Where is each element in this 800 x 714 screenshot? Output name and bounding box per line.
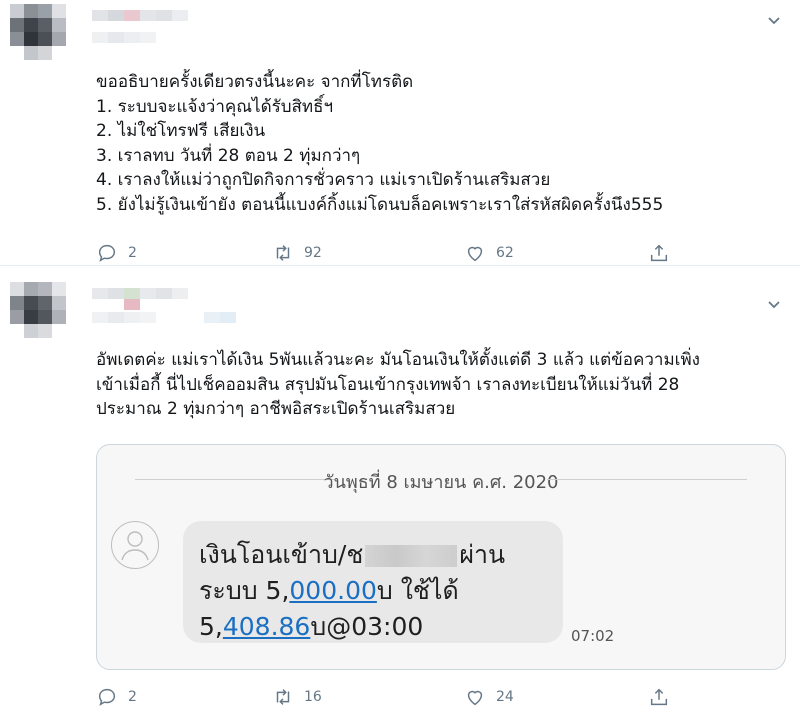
like-button[interactable]: 62	[464, 242, 514, 264]
share-icon	[650, 244, 668, 262]
tweet-actions: 2 92 62	[96, 242, 686, 266]
sms-line: ระบบ 5,000.00บ ใช้ได้	[199, 571, 459, 611]
sms-text: ผ่าน	[459, 540, 506, 569]
tweet-text: อัพเดตค่ะ แม่เราได้เงิน 5พันแล้วนะคะ มัน…	[96, 348, 700, 422]
tweet-line: 4. เราลงให้แม่ว่าถูกปิดกิจการชั่วคราว แม…	[96, 170, 551, 190]
tweet-line: 3. เราลทบ วันที่ 28 ตอน 2 ทุ่มกว่าๆ	[96, 145, 361, 166]
retweet-button[interactable]: 16	[272, 686, 322, 708]
censored-account	[365, 545, 458, 567]
like-count: 62	[496, 245, 514, 261]
contact-avatar-icon	[111, 521, 159, 569]
retweet-count: 92	[304, 245, 322, 261]
tweet-line: เข้าเมื่อกี้ นี่ไปเช็คออมสิน สรุปมันโอนเ…	[96, 374, 680, 395]
retweet-icon	[276, 245, 290, 261]
sms-text: เงินโอนเข้าบ/ช	[199, 540, 364, 569]
reply-icon	[98, 244, 116, 262]
date-separator	[547, 479, 747, 480]
sms-line: เงินโอนเข้าบ/ช ผ่าน	[199, 535, 505, 575]
share-button[interactable]	[648, 686, 670, 708]
amount-link[interactable]: 000.00	[289, 576, 376, 605]
retweet-button[interactable]: 92	[272, 242, 322, 264]
share-button[interactable]	[648, 242, 670, 264]
tweet-line: 1. ระบบจะแจ้งว่าคุณได้รับสิทธิ์ฯ	[96, 96, 334, 117]
balance-link[interactable]: 408.86	[223, 612, 310, 641]
like-button[interactable]: 24	[464, 686, 514, 708]
tweet-line: 5. ยังไม่รู้เงินเข้ายัง ตอนนี้แบงค์กิ้งแ…	[96, 194, 664, 215]
reply-count: 2	[128, 689, 137, 705]
sms-text: บ ใช้ได้	[376, 576, 459, 605]
avatar-censored[interactable]	[10, 282, 80, 352]
sms-date: วันพุธที่ 8 เมษายน ค.ศ. 2020	[323, 472, 559, 493]
sms-bubble: เงินโอนเข้าบ/ช ผ่าน ระบบ 5,000.00บ ใช้ได้…	[183, 521, 563, 643]
sms-text: บ@03:00	[310, 612, 424, 641]
reply-button[interactable]: 2	[96, 242, 137, 264]
avatar-censored[interactable]	[10, 4, 80, 74]
reply-count: 2	[128, 245, 137, 261]
attached-image[interactable]: วันพุธที่ 8 เมษายน ค.ศ. 2020 เงินโอนเข้า…	[96, 444, 786, 670]
chevron-down-icon[interactable]	[766, 296, 782, 312]
tweet-text: ขออธิบายครั้งเดียวตรงนี้นะคะ จากที่โทรติ…	[96, 70, 663, 217]
retweet-count: 16	[304, 689, 322, 705]
tweet-line: อัพเดตค่ะ แม่เราได้เงิน 5พันแล้วนะคะ มัน…	[96, 350, 700, 370]
retweet-icon	[276, 689, 290, 705]
chevron-down-icon[interactable]	[766, 12, 782, 28]
username-censored[interactable]	[92, 286, 292, 330]
sms-text: ระบบ 5,	[199, 576, 290, 605]
tweet-line: ประมาณ 2 ทุ่มกว่าๆ อาชีพอิสระเปิดร้านเสร…	[96, 399, 456, 419]
share-icon	[650, 688, 668, 706]
sms-time: 07:02	[571, 627, 615, 645]
heart-icon	[467, 690, 483, 706]
sms-line: 5,408.86บ@03:00	[199, 607, 423, 647]
like-count: 24	[496, 689, 514, 705]
tweet-line: 2. ไม่ใช่โทรฟรี เสียเงิน	[96, 121, 266, 141]
sms-text: 5,	[199, 612, 223, 641]
reply-icon	[98, 688, 116, 706]
tweet-1: ขออธิบายครั้งเดียวตรงนี้นะคะ จากที่โทรติ…	[0, 0, 800, 266]
username-censored[interactable]	[92, 8, 292, 52]
heart-icon	[467, 246, 483, 262]
reply-button[interactable]: 2	[96, 686, 137, 708]
tweet-actions: 2 16 24	[96, 686, 686, 710]
tweet-line: ขออธิบายครั้งเดียวตรงนี้นะคะ จากที่โทรติ…	[96, 72, 414, 92]
